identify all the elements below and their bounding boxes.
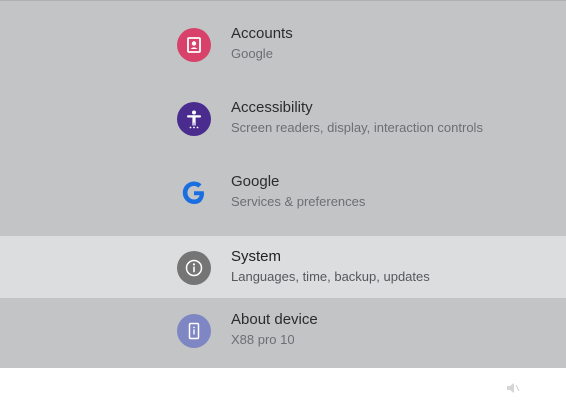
- settings-item-accounts[interactable]: Accounts Google: [0, 13, 566, 75]
- settings-item-title: About device: [231, 311, 318, 328]
- settings-item-subtitle: Languages, time, backup, updates: [231, 269, 430, 284]
- settings-item-title: Accounts: [231, 25, 293, 42]
- settings-item-accessibility[interactable]: Accessibility Screen readers, display, i…: [0, 87, 566, 149]
- settings-item-title: Accessibility: [231, 99, 313, 116]
- settings-item-subtitle: Screen readers, display, interaction con…: [231, 120, 483, 135]
- device-icon: [177, 314, 211, 348]
- settings-item-title: Google: [231, 173, 280, 190]
- settings-list: Accounts Google Accessibility Screen rea…: [0, 0, 566, 368]
- bottom-bar: [0, 368, 566, 408]
- settings-item-google[interactable]: Google Services & preferences: [0, 161, 566, 223]
- settings-item-about-device[interactable]: About device X88 pro 10: [0, 299, 566, 361]
- settings-item-subtitle: Services & preferences: [231, 194, 366, 209]
- info-icon: [177, 251, 211, 285]
- settings-item-title: System: [231, 248, 282, 265]
- google-icon: [177, 176, 211, 210]
- account-icon: [177, 28, 211, 62]
- settings-item-subtitle: X88 pro 10: [231, 332, 295, 347]
- volume-icon: [505, 380, 521, 396]
- settings-item-subtitle: Google: [231, 46, 273, 61]
- accessibility-icon: [177, 102, 211, 136]
- settings-item-system[interactable]: System Languages, time, backup, updates: [0, 236, 566, 298]
